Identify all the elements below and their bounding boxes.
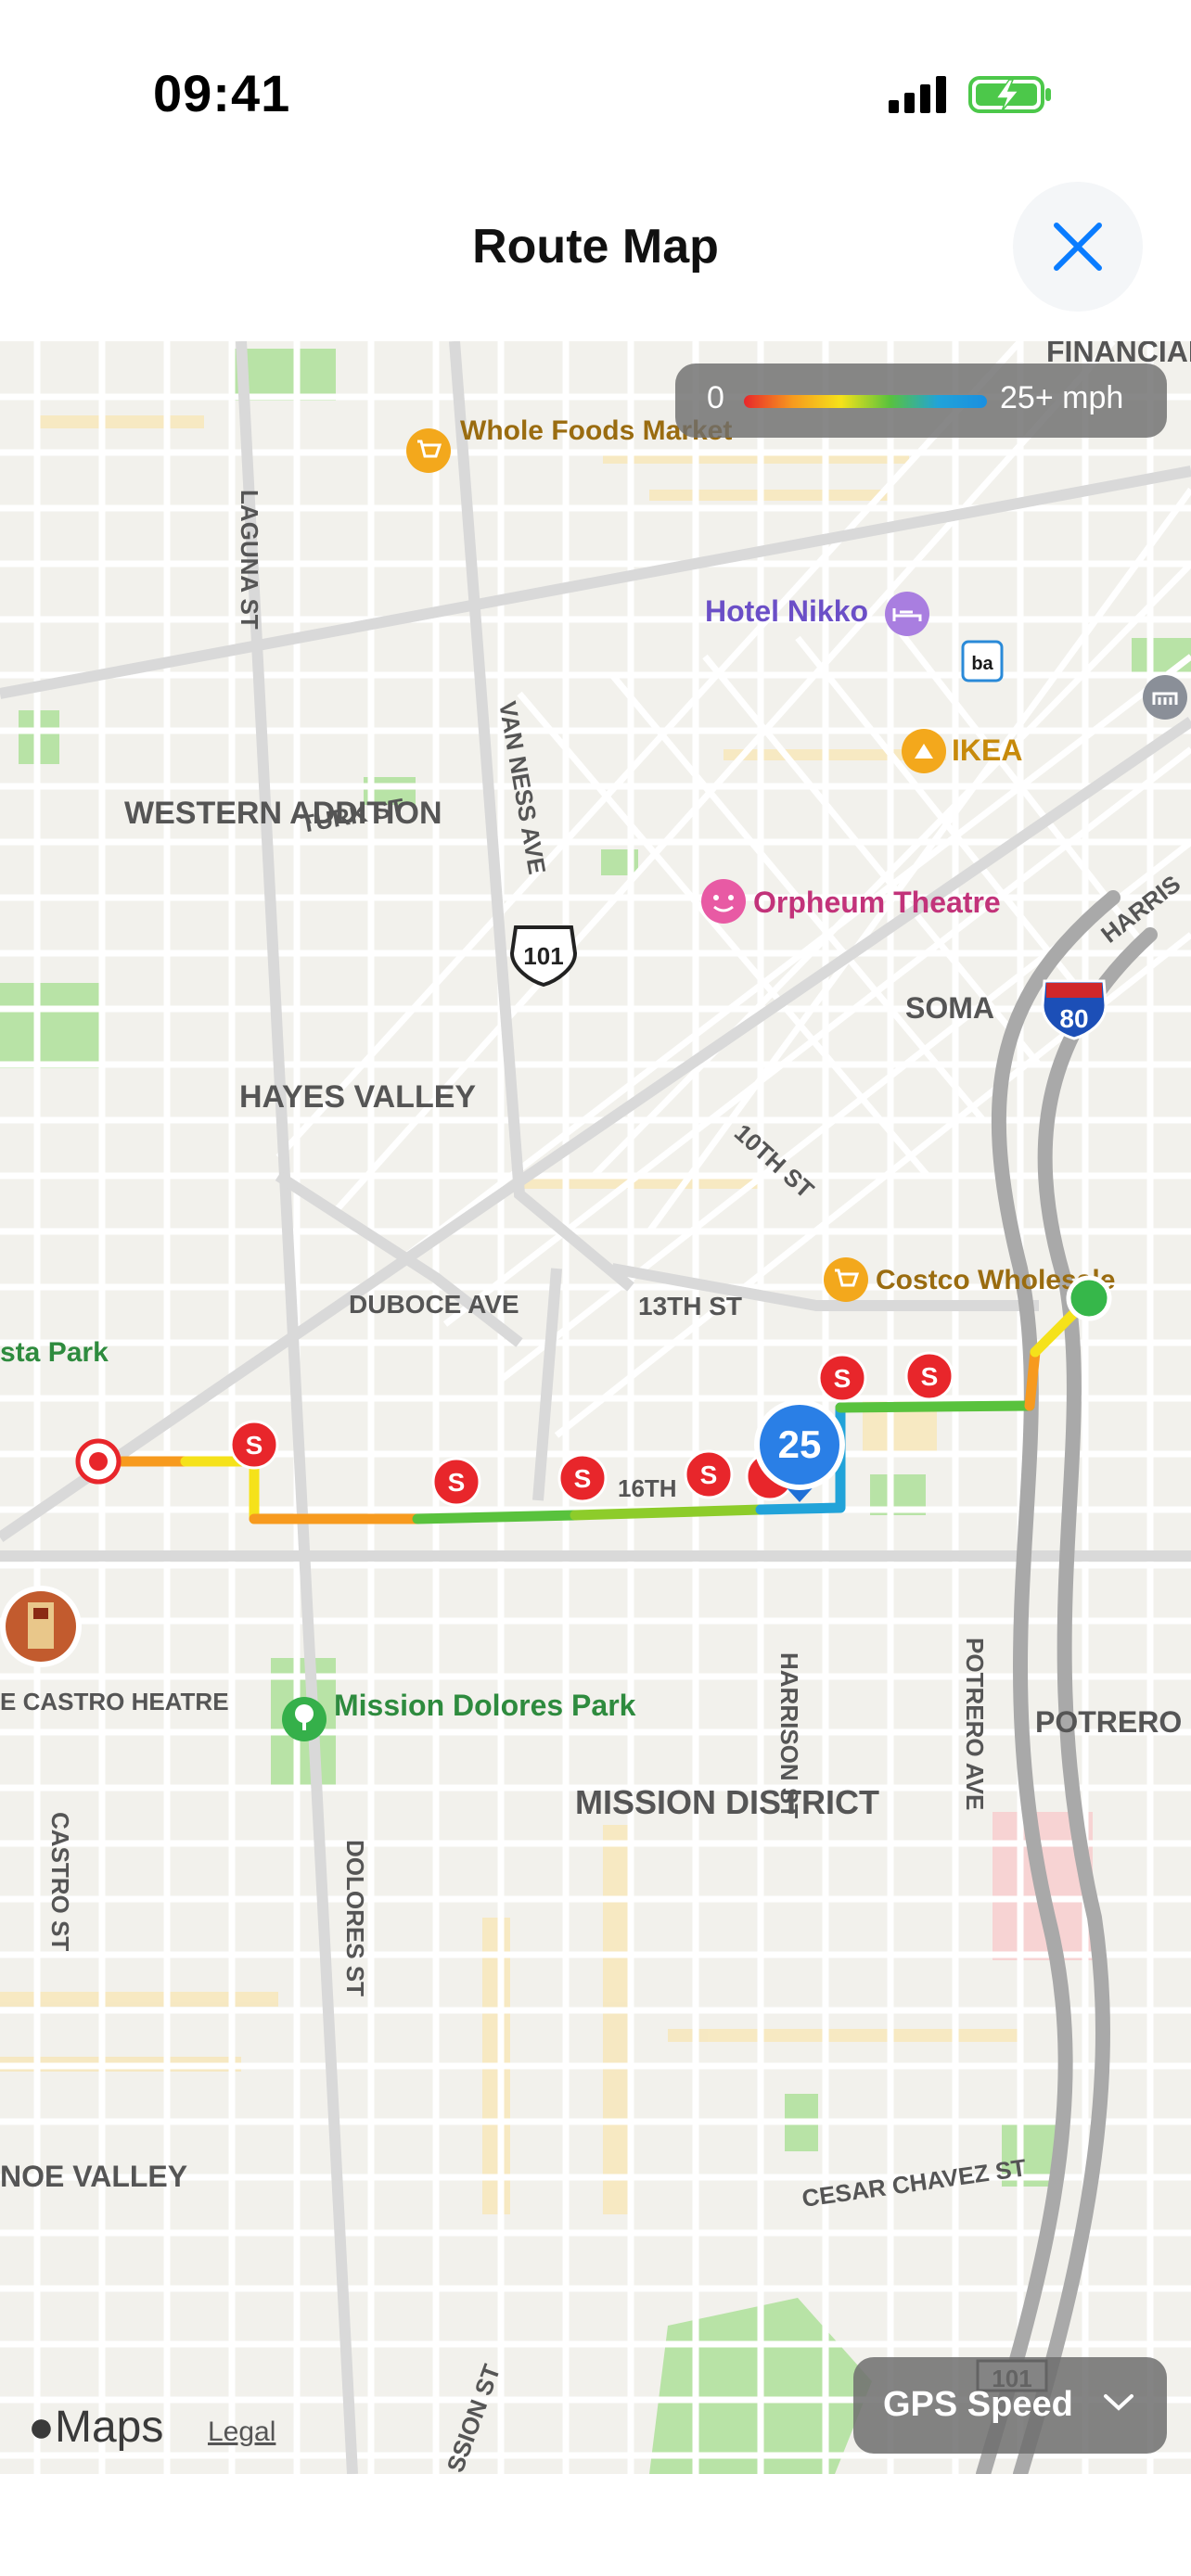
costco-cart-icon[interactable]: [824, 1257, 868, 1302]
transit-station-icon[interactable]: ba: [961, 640, 1004, 682]
stop-marker[interactable]: S: [904, 1351, 954, 1401]
label-potrero-ave: POTRERO AVE: [961, 1638, 989, 1810]
label-potrero-hill: POTRERO H: [1035, 1705, 1191, 1739]
label-16th-st: 16TH: [618, 1474, 677, 1502]
speed-legend-max: 25+ mph: [1000, 380, 1124, 415]
label-mission-district: MISSION DISTRICT: [575, 1783, 879, 1821]
close-button[interactable]: [1013, 182, 1143, 312]
hwy-101-label: 101: [523, 942, 563, 970]
label-sta-park: sta Park: [0, 1337, 109, 1368]
hotel-bed-icon[interactable]: [885, 592, 929, 636]
label-ikea: IKEA: [952, 733, 1022, 767]
stop-marker-label: S: [246, 1431, 263, 1460]
apple-logo-icon: ●: [28, 2403, 55, 2452]
label-soma: SOMA: [905, 991, 994, 1025]
legal-link[interactable]: Legal: [208, 2417, 275, 2448]
label-13th-st: 13TH ST: [638, 1292, 742, 1320]
svg-text:ba: ba: [971, 654, 993, 674]
park-tree-icon[interactable]: [282, 1697, 327, 1741]
speed-legend: 0 25+ mph: [675, 363, 1167, 438]
theater-masks-icon[interactable]: [701, 879, 746, 924]
label-orpheum-theatre: Orpheum Theatre: [753, 886, 1001, 919]
map-canvas[interactable]: FINANCIAL DISTRICT Whole Foods Market LA…: [0, 341, 1191, 2474]
label-hayes-valley: HAYES VALLEY: [239, 1079, 476, 1115]
route-start-marker[interactable]: [1066, 1275, 1112, 1321]
stop-marker[interactable]: S: [684, 1449, 734, 1499]
label-castro-st: CASTRO ST: [46, 1812, 74, 1951]
speed-gradient-bar: [744, 395, 987, 408]
cellular-signal-icon: [889, 76, 946, 113]
close-icon: [1054, 223, 1102, 271]
maps-logo-text: Maps: [55, 2403, 164, 2452]
i80-label: 80: [1059, 1004, 1088, 1033]
speed-legend-min: 0: [707, 380, 724, 415]
ikea-store-icon[interactable]: [902, 729, 946, 773]
stop-marker[interactable]: S: [817, 1353, 867, 1403]
stop-marker[interactable]: S: [557, 1453, 608, 1503]
route-map[interactable]: FINANCIAL DISTRICT Whole Foods Market LA…: [0, 341, 1191, 2474]
stop-marker-label: S: [921, 1362, 939, 1391]
chevron-down-icon: [1104, 2394, 1133, 2411]
gps-speed-label: GPS Speed: [883, 2385, 1073, 2424]
status-bar: 09:41: [0, 0, 1191, 185]
castro-theatre-icon[interactable]: [0, 1586, 82, 1667]
stop-marker-label: S: [448, 1468, 466, 1497]
grocery-cart-icon[interactable]: [406, 428, 451, 473]
gps-speed-selector[interactable]: GPS Speed: [853, 2357, 1167, 2454]
stop-marker-label: S: [700, 1460, 718, 1489]
label-castro-theatre: E CASTRO HEATRE: [0, 1688, 229, 1715]
label-mission-dolores-park: Mission Dolores Park: [334, 1689, 636, 1722]
label-hotel-nikko: Hotel Nikko: [705, 594, 868, 628]
maps-logo: ●Maps: [28, 2402, 163, 2453]
battery-charging-icon: [968, 76, 1051, 113]
stop-marker[interactable]: S: [431, 1457, 481, 1507]
status-time: 09:41: [153, 64, 291, 122]
label-dolores-st: DOLORES ST: [341, 1840, 369, 1996]
label-duboce-ave: DUBOCE AVE: [349, 1290, 519, 1319]
speed-bubble-value: 25: [778, 1422, 822, 1466]
stop-marker-label: S: [574, 1464, 592, 1493]
route-end-dot: [89, 1452, 108, 1471]
building-icon[interactable]: [1143, 675, 1187, 720]
stop-marker-label: S: [834, 1364, 852, 1393]
bottom-safe-area: [0, 2474, 1191, 2576]
label-noe-valley: NOE VALLEY: [0, 2160, 187, 2193]
stop-marker[interactable]: S: [229, 1420, 279, 1470]
label-laguna-st: LAGUNA ST: [236, 490, 263, 630]
